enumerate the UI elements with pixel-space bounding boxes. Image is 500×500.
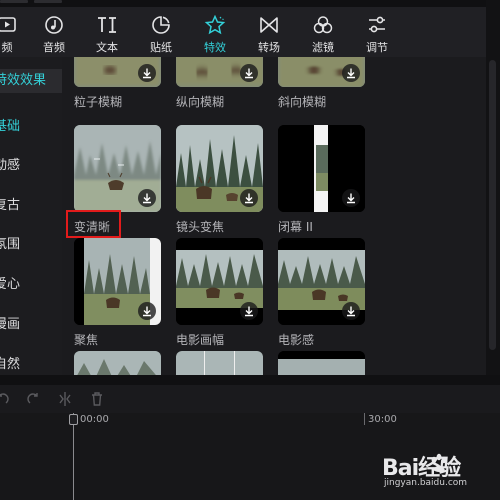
sidebar-item-nature[interactable]: 自然 xyxy=(0,353,62,377)
playhead-handle[interactable] xyxy=(69,414,78,425)
highlight-box xyxy=(66,210,121,238)
effect-thumbnail xyxy=(176,57,263,87)
tool-audio[interactable]: 音频 xyxy=(25,7,83,57)
text-icon xyxy=(98,17,116,33)
effect-title: 电影感 xyxy=(278,333,315,347)
sidebar-item-atmosphere[interactable]: 氛围 xyxy=(0,233,62,257)
tool-text[interactable]: 文本 xyxy=(78,7,136,57)
window-tab-marker xyxy=(34,0,62,3)
download-icon[interactable] xyxy=(240,189,258,207)
effects-grid: 粒子模糊 纵向模糊 斜向模糊 变清晰 镜头变焦 闭幕 II 聚焦 电影画幅 电影… xyxy=(62,57,486,375)
transition-icon xyxy=(260,17,278,33)
effects-icon xyxy=(204,15,226,35)
effect-thumbnail xyxy=(176,125,263,212)
panel-divider xyxy=(0,375,500,385)
tool-label: 转场 xyxy=(258,41,280,54)
effect-thumbnail xyxy=(74,238,161,325)
watermark-url: jingyan.baidu.com xyxy=(384,478,468,488)
effect-thumbnail xyxy=(74,125,161,212)
effect-thumbnail xyxy=(74,351,161,375)
sidebar-category-effects[interactable]: 特效效果 xyxy=(0,69,62,93)
tool-label: 音频 xyxy=(43,41,65,54)
split-icon[interactable] xyxy=(56,390,74,408)
ruler-tick xyxy=(364,413,365,425)
landscape-image xyxy=(278,351,365,375)
effect-thumbnail xyxy=(176,351,263,375)
effect-title: 聚焦 xyxy=(74,333,99,347)
redo-icon[interactable] xyxy=(24,390,42,408)
undo-icon[interactable] xyxy=(0,390,12,408)
window-top-strip xyxy=(0,0,500,7)
adjust-icon xyxy=(369,16,385,33)
tool-effects[interactable]: 特效 xyxy=(186,7,244,57)
effect-title: 镜头变焦 xyxy=(176,220,225,234)
effect-title: 斜向模糊 xyxy=(278,95,327,109)
tool-adjust[interactable]: 调节 xyxy=(348,7,406,57)
tool-label: 文本 xyxy=(96,41,118,54)
download-icon[interactable] xyxy=(240,64,258,82)
download-icon[interactable] xyxy=(138,189,156,207)
effect-thumbnail xyxy=(278,125,365,212)
download-icon[interactable] xyxy=(342,64,360,82)
scrollbar[interactable] xyxy=(489,60,496,350)
landscape-image xyxy=(74,351,161,375)
download-icon[interactable] xyxy=(342,189,360,207)
filter-icon xyxy=(313,16,333,34)
timeline-toolbar xyxy=(0,385,500,414)
tool-label: 特效 xyxy=(204,41,226,54)
download-icon[interactable] xyxy=(240,302,258,320)
delete-icon[interactable] xyxy=(88,390,106,408)
download-icon[interactable] xyxy=(138,302,156,320)
window-tab-marker xyxy=(0,0,28,3)
effect-thumbnail xyxy=(74,57,161,87)
right-panel-edge xyxy=(486,0,500,375)
effect-title: 粒子模糊 xyxy=(74,95,123,109)
sticker-icon xyxy=(152,16,170,34)
split-landscape-image xyxy=(176,351,263,375)
playhead[interactable] xyxy=(73,413,74,500)
audio-icon xyxy=(45,16,63,34)
baidu-jingyan-watermark: Bai经验 jingyan.baidu.com xyxy=(380,448,490,496)
sidebar-item-retro[interactable]: 复古 xyxy=(0,194,62,218)
effect-thumbnail xyxy=(278,351,365,375)
download-icon[interactable] xyxy=(342,302,360,320)
top-toolbar: 频 音频 文本 贴纸 特效 转场 滤镜 调节 xyxy=(0,7,486,57)
ruler-start-label: 00:00 xyxy=(80,414,109,425)
download-icon[interactable] xyxy=(138,64,156,82)
sidebar-item-love[interactable]: 爱心 xyxy=(0,273,62,297)
effect-thumbnail xyxy=(278,238,365,325)
sidebar-item-dynamic[interactable]: 动感 xyxy=(0,154,62,178)
media-icon xyxy=(0,17,16,32)
sidebar-item-comic[interactable]: 漫画 xyxy=(0,313,62,337)
tool-filter[interactable]: 滤镜 xyxy=(294,7,352,57)
tool-label: 贴纸 xyxy=(150,41,172,54)
tool-transition[interactable]: 转场 xyxy=(240,7,298,57)
effects-category-sidebar: 特效效果 基础 动感 复古 氛围 爱心 漫画 自然 xyxy=(0,57,62,375)
effect-thumbnail xyxy=(278,57,365,87)
effect-thumbnail xyxy=(176,238,263,325)
effect-title: 纵向模糊 xyxy=(176,95,225,109)
tool-label: 滤镜 xyxy=(312,41,334,54)
ruler-mark-label: 30:00 xyxy=(368,414,397,425)
sidebar-item-basic[interactable]: 基础 xyxy=(0,115,62,139)
effect-title: 闭幕 II xyxy=(278,220,313,234)
tool-sticker[interactable]: 贴纸 xyxy=(132,7,190,57)
tool-label: 调节 xyxy=(366,41,388,54)
effect-title: 电影画幅 xyxy=(176,333,225,347)
